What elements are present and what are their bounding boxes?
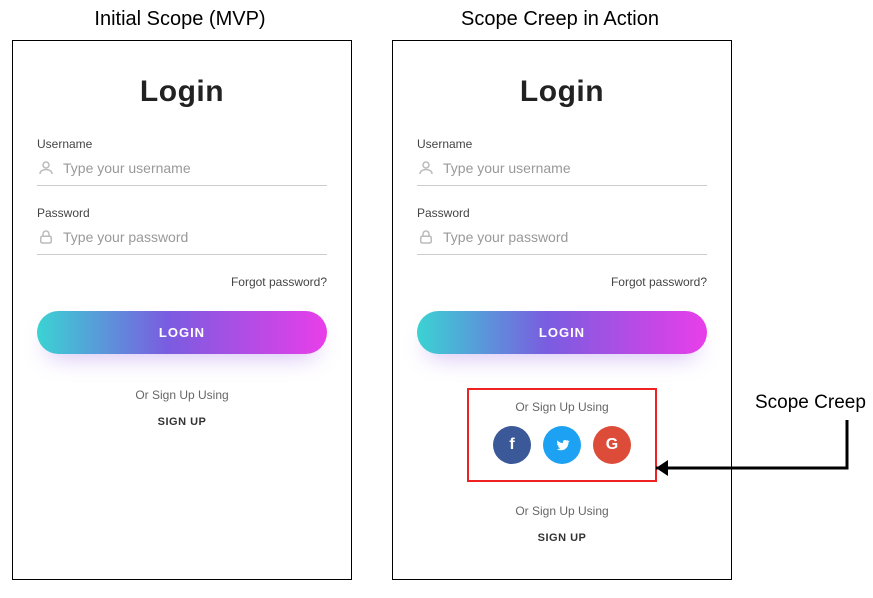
password-label: Password	[37, 206, 327, 220]
username-input[interactable]	[443, 160, 707, 176]
facebook-icon: f	[509, 436, 514, 454]
social-login-row: f G	[487, 426, 637, 464]
signup-link[interactable]: SIGN UP	[37, 416, 327, 428]
twitter-icon	[554, 437, 570, 453]
scope-creep-callout: Scope Creep	[755, 392, 866, 414]
login-heading: Login	[37, 75, 327, 109]
username-input[interactable]	[63, 160, 327, 176]
panel-title-left: Initial Scope (MVP)	[0, 8, 360, 31]
google-icon: G	[606, 436, 618, 454]
username-field-row	[37, 159, 327, 186]
diagram-root: Initial Scope (MVP) Scope Creep in Actio…	[0, 0, 873, 598]
signup-link[interactable]: SIGN UP	[417, 532, 707, 544]
username-label: Username	[37, 137, 327, 151]
username-label: Username	[417, 137, 707, 151]
user-icon	[417, 159, 435, 177]
social-login-highlight-box: Or Sign Up Using f G	[467, 388, 657, 482]
login-button[interactable]: LOGIN	[37, 311, 327, 354]
login-button[interactable]: LOGIN	[417, 311, 707, 354]
login-heading: Login	[417, 75, 707, 109]
alt-signup-label: Or Sign Up Using	[417, 504, 707, 518]
alt-signup-label-social: Or Sign Up Using	[487, 400, 637, 414]
twitter-login-button[interactable]	[543, 426, 581, 464]
alt-signup-label: Or Sign Up Using	[37, 388, 327, 402]
lock-icon	[417, 228, 435, 246]
forgot-password-link[interactable]: Forgot password?	[417, 275, 707, 289]
google-login-button[interactable]: G	[593, 426, 631, 464]
username-field-row	[417, 159, 707, 186]
panel-mvp: Login Username Password Forgot password?…	[12, 40, 352, 580]
user-icon	[37, 159, 55, 177]
password-field-row	[37, 228, 327, 255]
facebook-login-button[interactable]: f	[493, 426, 531, 464]
panel-scope-creep: Login Username Password Forgot password?…	[392, 40, 732, 580]
lock-icon	[37, 228, 55, 246]
password-input[interactable]	[443, 229, 707, 245]
password-input[interactable]	[63, 229, 327, 245]
password-label: Password	[417, 206, 707, 220]
forgot-password-link[interactable]: Forgot password?	[37, 275, 327, 289]
password-field-row	[417, 228, 707, 255]
panel-title-right: Scope Creep in Action	[380, 8, 740, 31]
